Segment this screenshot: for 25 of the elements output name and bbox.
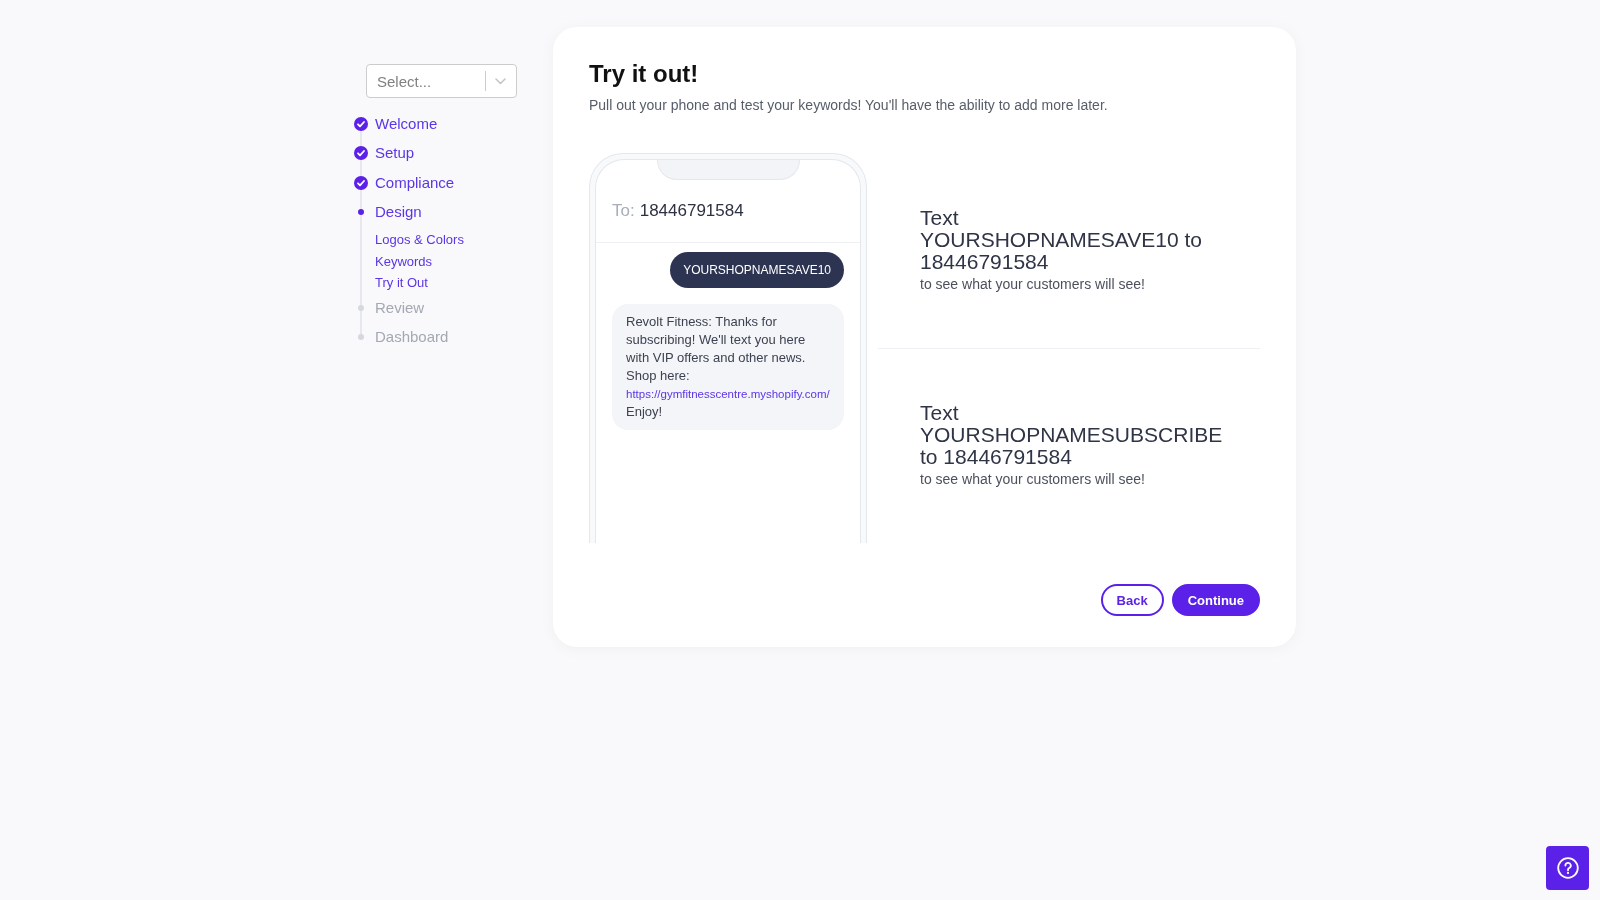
substep-link[interactable]: Logos & Colors bbox=[375, 229, 464, 251]
page-subtitle: Pull out your phone and test your keywords! You'll have the ability to add more later. bbox=[589, 96, 1109, 115]
step-link[interactable]: Setup bbox=[375, 143, 415, 163]
substep-link[interactable]: Keywords bbox=[375, 250, 433, 272]
keyword-instruction: Text YOURSHOPNAMESUBSCRIBE to 18446791584 bbox=[920, 402, 1224, 469]
sent-message-bubble: YOURSHOPNAMESAVE10 bbox=[670, 252, 844, 288]
step-link[interactable]: Welcome bbox=[375, 113, 438, 134]
page-title: Try it out! bbox=[589, 59, 700, 89]
keyword-instruction: Text YOURSHOPNAMESAVE10 to 18446791584 bbox=[920, 206, 1204, 273]
step-link[interactable]: Compliance bbox=[375, 172, 455, 193]
received-message-bubble: Revolt Fitness: Thanks for subscribing! We'll text you here with VIP offers and other news. Shop here: https://gymfitnesscentre.myshopify.com/ Enjoy! bbox=[612, 304, 844, 430]
recipient-label: To: bbox=[612, 201, 635, 221]
help-icon bbox=[1556, 857, 1579, 879]
step-link[interactable]: Design bbox=[375, 202, 422, 222]
back-button[interactable]: Back bbox=[1100, 584, 1164, 616]
substep-link[interactable]: Try it Out bbox=[375, 271, 428, 294]
keyword-note: to see what your customers will see! bbox=[920, 274, 1145, 294]
keyword-note: to see what your customers will see! bbox=[920, 470, 1145, 490]
chevron-down-icon bbox=[495, 77, 506, 85]
select-input[interactable]: Select... bbox=[367, 72, 485, 90]
select-dropdown[interactable]: Select... bbox=[366, 64, 517, 98]
recipient-number: 18446791584 bbox=[639, 201, 744, 221]
message-link[interactable]: https://gymfitnesscentre.myshopify.com/ bbox=[626, 388, 830, 400]
continue-button[interactable]: Continue bbox=[1171, 584, 1260, 616]
help-button[interactable] bbox=[1546, 846, 1589, 890]
